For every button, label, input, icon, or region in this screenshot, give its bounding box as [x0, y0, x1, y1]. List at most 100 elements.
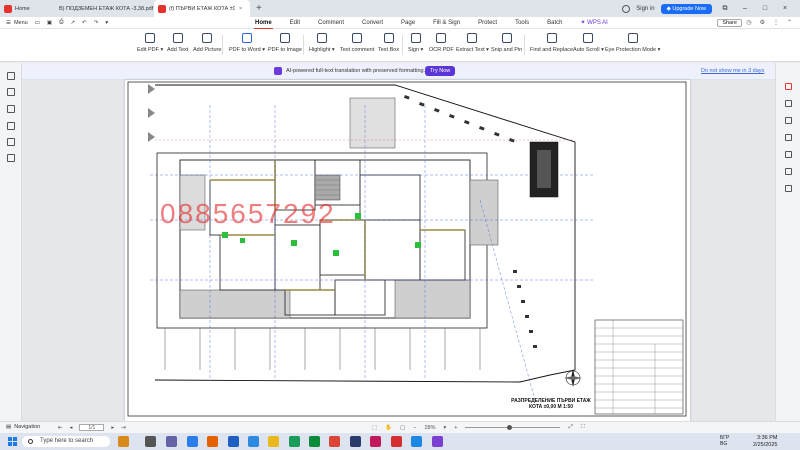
tab-home[interactable]: Home [0, 0, 52, 17]
tab-home-ribbon[interactable]: Home [246, 17, 281, 29]
pdf-to-image-button[interactable]: PDF to Image [268, 33, 302, 53]
tab-comment[interactable]: Comment [309, 17, 353, 29]
word-app-icon[interactable] [228, 436, 239, 447]
restore-icon[interactable]: ⧉ [718, 5, 732, 13]
system-clock[interactable]: 3:36 PM 2/25/2025 [753, 435, 777, 448]
app-icon[interactable] [370, 436, 381, 447]
search-panel-icon[interactable] [7, 138, 15, 146]
photos-icon[interactable] [248, 436, 259, 447]
zoom-slider[interactable] [465, 425, 561, 430]
tab-first-floor-pdf[interactable]: (f) ПЪРВИ ЕТАЖ КОТА ±0,00... × [154, 0, 250, 17]
pdf-to-word-button[interactable]: PDF to Word ▾ [229, 33, 265, 53]
navigation-toggle[interactable]: ▤ Navigation [6, 424, 40, 430]
open-folder-icon[interactable]: ▭ [35, 20, 40, 26]
new-tab-button[interactable]: + [256, 3, 262, 14]
wps-pdf-app-icon[interactable] [391, 436, 402, 447]
comments-icon[interactable] [7, 105, 15, 113]
system-tray[interactable]: БГР BG [720, 435, 729, 447]
view-mode-icon[interactable]: ▢ [400, 425, 405, 431]
share-button[interactable]: Share [717, 19, 742, 27]
zoom-out-button[interactable]: − [413, 425, 416, 431]
fullscreen-icon[interactable]: ⛶ [581, 424, 585, 431]
more-icon[interactable]: ⋮ [773, 19, 779, 26]
menu-button[interactable]: Menu [14, 20, 28, 26]
app-icon[interactable] [350, 436, 361, 447]
zoom-level[interactable]: 28% [424, 425, 435, 431]
upgrade-button[interactable]: ◆ Upgrade Now [660, 3, 712, 14]
chrome-icon[interactable] [329, 436, 340, 447]
tab-fill-sign[interactable]: Fill & Sign [424, 17, 469, 29]
document-viewer[interactable]: 0885657292 РАЗПРЕДЕЛЕНИЕ ПЪРВИ ЕТАЖ КОТА… [22, 80, 775, 421]
ai-icon[interactable] [785, 117, 792, 124]
first-page-button[interactable]: ⇤ [58, 425, 63, 431]
layers-icon[interactable] [7, 154, 15, 162]
dont-show-link[interactable]: Do not show me in 3 days [701, 68, 764, 74]
page-number-field[interactable]: 1/1 [79, 424, 105, 431]
close-tab-icon[interactable]: × [239, 6, 242, 12]
pdf-page[interactable]: 0885657292 РАЗПРЕДЕЛЕНИЕ ПЪРВИ ЕТАЖ КОТА… [125, 80, 690, 421]
app-icon[interactable] [432, 436, 443, 447]
teams-icon[interactable] [166, 436, 177, 447]
app-icon[interactable] [411, 436, 422, 447]
tab-tools[interactable]: Tools [506, 17, 538, 29]
prev-page-button[interactable]: ◂ [70, 425, 73, 431]
highlight-button[interactable]: Highlight ▾ [309, 33, 335, 53]
settings-icon[interactable]: ⚙ [760, 19, 765, 26]
tools-panel-icon[interactable] [785, 185, 792, 192]
close-window-button[interactable]: × [778, 5, 792, 12]
tab-protect[interactable]: Protect [469, 17, 506, 29]
tab-batch[interactable]: Batch [538, 17, 571, 29]
add-picture-button[interactable]: Add Picture [193, 33, 221, 53]
task-view-icon[interactable] [145, 436, 156, 447]
collapse-ribbon-icon[interactable]: ⌃ [787, 19, 792, 26]
ocr-pdf-button[interactable]: OCR PDF [429, 33, 454, 53]
taskbar-search-input[interactable]: Type here to search [22, 436, 110, 447]
firefox-icon[interactable] [207, 436, 218, 447]
edge-icon[interactable] [187, 436, 198, 447]
thumbnails-icon[interactable] [7, 88, 15, 96]
properties-icon[interactable] [785, 134, 792, 141]
select-tool-icon[interactable]: ⬚ [372, 425, 377, 431]
tab-page[interactable]: Page [392, 17, 424, 29]
tab-basement-pdf[interactable]: В) ПОДЗЕМЕН ЕТАЖ КОТА -3,38.pdf [52, 0, 154, 17]
extract-text-button[interactable]: Extract Text ▾ [456, 33, 489, 53]
fit-page-icon[interactable]: ⤢ [568, 424, 572, 431]
add-text-button[interactable]: Add Text [167, 33, 188, 53]
sign-button[interactable]: Sign ▾ [408, 33, 423, 53]
share-panel-icon[interactable] [785, 151, 792, 158]
zoom-dropdown-icon[interactable]: ▾ [444, 425, 447, 431]
tab-convert[interactable]: Convert [353, 17, 392, 29]
eye-protection-button[interactable]: Eye Protection Mode ▾ [605, 33, 660, 53]
file-explorer-icon[interactable] [268, 436, 279, 447]
chevron-down-icon[interactable]: ▾ [105, 20, 108, 26]
windows-start-icon[interactable] [8, 437, 17, 446]
clock-icon[interactable]: ◷ [746, 19, 751, 26]
translate-icon[interactable] [785, 168, 792, 175]
hamburger-icon[interactable]: ☰ [6, 20, 11, 26]
attachment-icon[interactable] [7, 122, 15, 130]
zoom-in-button[interactable]: + [454, 425, 457, 431]
next-page-button[interactable]: ▸ [111, 425, 114, 431]
export-icon[interactable]: ↗ [71, 20, 76, 26]
text-box-button[interactable]: Text Box [378, 33, 399, 53]
edit-pdf-button[interactable]: Edit PDF ▾ [137, 33, 163, 53]
sign-in-link[interactable]: Sign in [636, 6, 654, 12]
try-now-button[interactable]: Try Now [425, 66, 456, 76]
format-icon[interactable] [785, 100, 792, 107]
redo-icon[interactable]: ↷ [94, 20, 99, 26]
snip-and-pin-button[interactable]: Snip and Pin [491, 33, 522, 53]
tab-wps-ai[interactable]: ✦ WPS AI [571, 17, 616, 29]
last-page-button[interactable]: ⇥ [121, 425, 126, 431]
avatar-icon[interactable] [622, 4, 631, 13]
tab-edit[interactable]: Edit [281, 17, 309, 29]
pdf-convert-icon[interactable] [785, 83, 792, 90]
find-and-replace-button[interactable]: Find and Replace [530, 33, 573, 53]
maximize-button[interactable]: □ [758, 5, 772, 12]
store-app-icon[interactable] [118, 436, 129, 447]
zoom-slider-knob[interactable] [507, 425, 513, 430]
print-icon[interactable]: ⎙ [59, 19, 63, 26]
excel-app-icon[interactable] [309, 436, 320, 447]
text-comment-button[interactable]: Text comment [340, 33, 374, 53]
undo-icon[interactable]: ↶ [82, 20, 87, 26]
save-icon[interactable]: ▣ [47, 20, 52, 26]
